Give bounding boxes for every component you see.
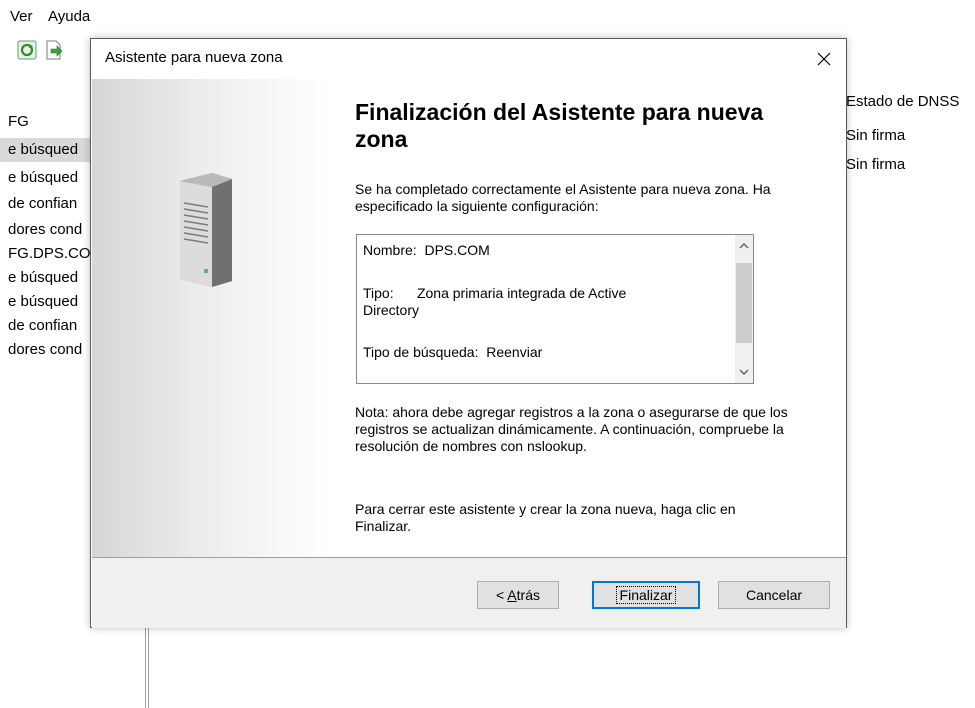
tree-item[interactable]: e búsqued	[8, 166, 78, 190]
summary-tipo-cont: Directory	[363, 302, 420, 318]
finish-button[interactable]: Finalizar	[592, 581, 700, 609]
wizard-dialog: Asistente para nueva zona Finalización d…	[90, 38, 847, 628]
tree-item[interactable]: de confian	[8, 192, 77, 216]
menu-ayuda[interactable]: Ayuda	[48, 8, 90, 25]
tree-item[interactable]: dores cond	[8, 338, 82, 362]
note-text: Nota: ahora debe agregar registros a la …	[355, 404, 788, 454]
menu-ver[interactable]: Ver	[10, 8, 33, 25]
scroll-down-icon[interactable]	[735, 363, 753, 381]
tree-item[interactable]: e búsqued	[8, 266, 78, 290]
summary-scrollbar[interactable]	[735, 235, 753, 383]
dnssec-status-cell: Sin firma	[846, 127, 906, 144]
dialog-title: Asistente para nueva zona	[105, 49, 283, 66]
tree-item[interactable]: FG.DPS.CO	[8, 242, 91, 266]
dialog-footer: < Atrás Finalizar Cancelar	[92, 558, 846, 628]
intro-text: Se ha completado correctamente el Asiste…	[355, 181, 771, 214]
dnssec-status-cell: Sin firma	[846, 156, 906, 173]
cancel-button-label: Cancelar	[745, 587, 803, 603]
dialog-titlebar[interactable]: Asistente para nueva zona	[91, 39, 846, 79]
tree-item[interactable]: e búsqued	[8, 290, 78, 314]
summary-tipo: Tipo: Zona primaria integrada de Active	[363, 285, 627, 301]
close-icon	[817, 52, 830, 66]
menu-bar: Ver Ayuda	[0, 0, 975, 34]
close-button[interactable]	[801, 39, 846, 79]
refresh-icon[interactable]	[17, 40, 37, 60]
page-heading: Finalización del Asistente para nueva zo…	[355, 99, 764, 152]
summary-nombre: Nombre: DPS.COM	[363, 242, 490, 258]
scroll-up-icon[interactable]	[735, 237, 753, 255]
summary-busqueda: Tipo de búsqueda: Reenviar	[363, 344, 543, 360]
scroll-thumb[interactable]	[736, 263, 752, 343]
wizard-sidebar-art	[92, 79, 327, 557]
export-icon[interactable]	[44, 40, 64, 60]
pane-splitter[interactable]	[145, 625, 149, 708]
cancel-button[interactable]: Cancelar	[718, 581, 830, 609]
summary-textbox[interactable]: Nombre: DPS.COM Tipo: Zona primaria inte…	[356, 234, 754, 384]
closing-text: Para cerrar este asistente y crear la zo…	[355, 501, 736, 534]
server-icon	[170, 169, 240, 292]
column-header-dnssec[interactable]: Estado de DNSS	[846, 93, 959, 110]
back-button-label: < Atrás	[496, 587, 540, 603]
tree-item[interactable]: de confian	[8, 314, 77, 338]
back-button[interactable]: < Atrás	[477, 581, 559, 609]
finish-button-label: Finalizar	[615, 586, 677, 604]
tree-item[interactable]: FG	[8, 110, 29, 134]
tree-item[interactable]: dores cond	[8, 218, 82, 242]
